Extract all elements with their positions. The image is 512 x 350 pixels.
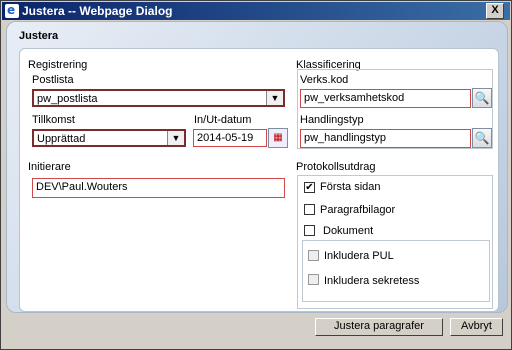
tillkomst-label: Tillkomst [32,114,75,126]
forsta-sidan-label: Första sidan [320,181,381,193]
dokument-checkbox[interactable] [304,225,315,236]
inkludera-sekretess-checkbox[interactable] [308,274,319,285]
verkskod-field[interactable]: pw_verksamhetskod [300,89,471,108]
tillkomst-select[interactable]: Upprättad ▼ [32,129,186,147]
postlista-value: pw_postlista [37,93,98,105]
datum-field[interactable]: 2014-05-19 [193,129,267,147]
forsta-sidan-checkbox[interactable]: ✔ [304,182,315,193]
initierare-value: DEV\Paul.Wouters [36,181,128,193]
justera-paragrafer-button[interactable]: Justera paragrafer [315,318,443,336]
handlingstyp-value: pw_handlingstyp [304,132,386,144]
registrering-legend: Registrering [28,59,88,71]
postlista-select[interactable]: pw_postlista ▼ [32,89,285,107]
dialog-window: e Justera -- Webpage Dialog X Justera Re… [0,0,512,350]
handlingstyp-lookup-button[interactable]: 🔍 [472,128,492,148]
search-icon: 🔍 [474,91,490,105]
tillkomst-value: Upprättad [37,133,86,145]
dokument-label: Dokument [323,225,374,237]
page-title: Justera [19,30,59,42]
window-title: Justera -- Webpage Dialog [22,4,173,18]
datum-value: 2014-05-19 [197,132,254,144]
search-icon: 🔍 [474,131,490,145]
inkludera-pul-checkbox[interactable] [308,250,319,261]
paragrafbilagor-checkbox[interactable] [304,204,315,215]
inkludera-sekretess-label: Inkludera sekretess [324,275,420,287]
handlingstyp-label: Handlingstyp [300,114,364,126]
paragrafbilagor-label: Paragrafbilagor [320,204,396,216]
inkludera-pul-label: Inkludera PUL [324,250,394,262]
initierare-field[interactable]: DEV\Paul.Wouters [32,178,285,198]
title-bar[interactable]: e Justera -- Webpage Dialog X [2,2,510,20]
avbryt-button[interactable]: Avbryt [450,318,503,336]
close-button[interactable]: X [486,3,504,19]
chevron-down-icon[interactable]: ▼ [167,131,184,145]
verkskod-value: pw_verksamhetskod [304,92,405,104]
chevron-down-icon[interactable]: ▼ [266,91,283,105]
ie-icon: e [5,3,19,18]
verkskod-label: Verks.kod [300,74,349,86]
datum-label: In/Ut-datum [194,114,252,126]
handlingstyp-field[interactable]: pw_handlingstyp [300,129,471,148]
postlista-label: Postlista [32,74,74,86]
verkskod-lookup-button[interactable]: 🔍 [472,88,492,108]
dialog-content: Justera Registrering Postlista pw_postli… [6,21,508,313]
protokoll-legend: Protokollsutdrag [296,161,376,173]
calendar-icon[interactable]: ▦ [268,128,288,148]
form-panel: Registrering Postlista pw_postlista ▼ Ti… [19,48,499,312]
dialog-footer: Justera paragrafer Avbryt [2,313,510,349]
initierare-label: Initierare [28,161,71,173]
